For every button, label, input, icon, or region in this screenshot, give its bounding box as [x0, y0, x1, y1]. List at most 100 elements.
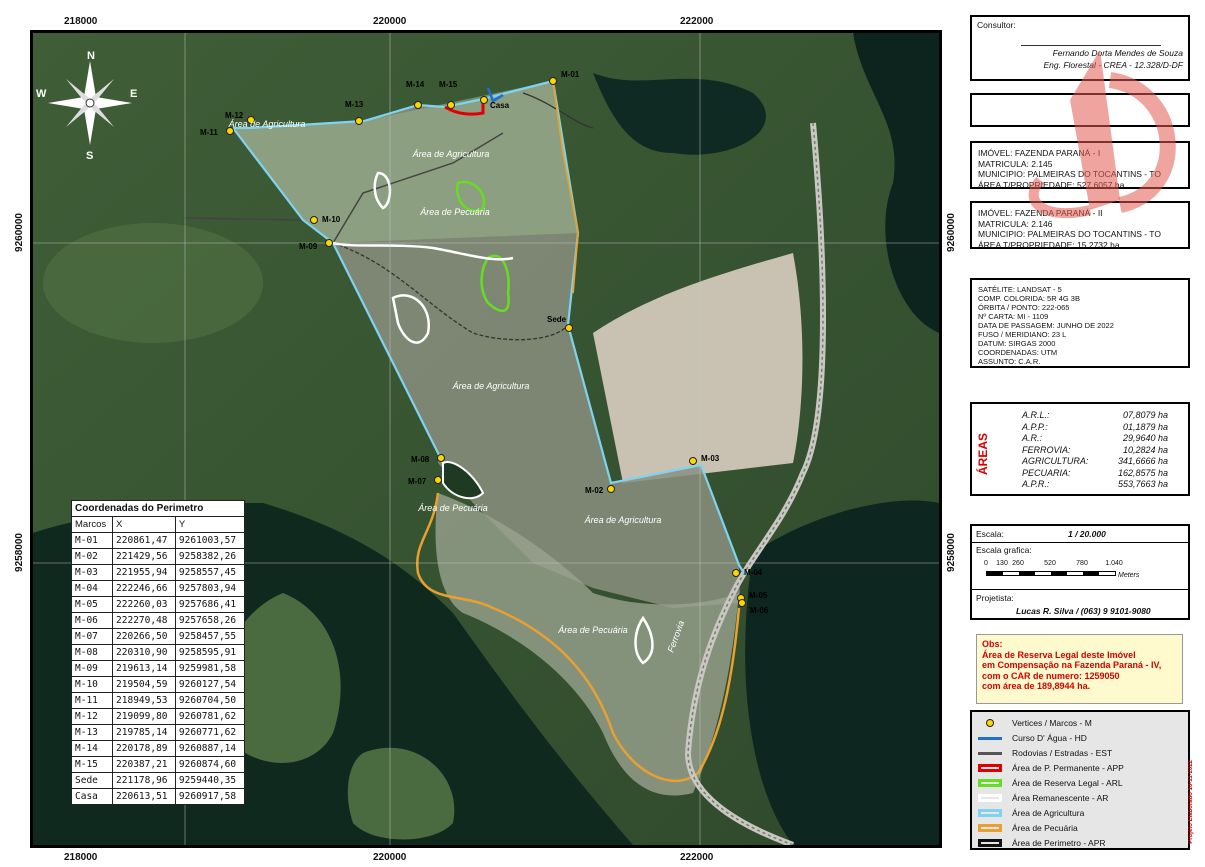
- satellite-info-line: ÓRBITA / PONTO: 222-065: [978, 303, 1070, 312]
- vertex-label: M-11: [200, 128, 218, 137]
- x-cell: 221178,96: [112, 772, 176, 789]
- y-cell: 9260771,62: [174, 724, 246, 741]
- table-row: M-07 220266,50 9258457,55: [70, 628, 246, 645]
- y-cell: 9257658,26: [174, 612, 246, 629]
- legend-label: Área de Pecuária: [1012, 823, 1078, 833]
- y-cell: 9259440,35: [174, 772, 246, 789]
- legend-item: Área de P. Permanente - APP: [978, 763, 1183, 775]
- vertex-dot: [434, 476, 442, 484]
- projetista-label: Projetista:: [976, 593, 1014, 603]
- table-row: M-01 220861,47 9261003,57: [70, 532, 246, 549]
- y-cell: 9260917,58: [174, 788, 246, 805]
- marco-cell: M-13: [70, 724, 114, 741]
- scale-row: Escala: 1 / 20.000: [972, 526, 1188, 543]
- grid-x-top: 222000: [680, 16, 714, 27]
- legend-label: Área Remanescente - AR: [1012, 793, 1109, 803]
- scale-tick-label: 780: [1076, 560, 1088, 567]
- water-body: [745, 500, 939, 845]
- satellite-panel: SATÉLITE: LANDSAT - 5 COMP. COLORIDA: 5R …: [970, 278, 1190, 368]
- x-cell: 222246,66: [112, 580, 176, 597]
- area-row: A.R.: 29,9640 ha: [1022, 433, 1168, 444]
- y-cell: 9260874,60: [174, 756, 246, 773]
- area-swatch: [978, 794, 1002, 802]
- legend-item: Área de Perimetro - APR: [978, 838, 1183, 850]
- vertex-marker[interactable]: M-10: [310, 215, 341, 224]
- vertex-label: Sede: [547, 315, 567, 324]
- x-cell: 220266,50: [112, 628, 176, 645]
- vertex-dot: [310, 216, 318, 224]
- table-row: M-06 222270,48 9257658,26: [70, 612, 246, 629]
- area-swatch: [978, 809, 1002, 817]
- legend-label: Rodovias / Estradas - EST: [1012, 748, 1113, 758]
- area-label: Área de Agricultura: [412, 149, 490, 159]
- project-stamp: Projeto Elaborado 10-11-2022: [1188, 760, 1194, 844]
- x-cell: 220613,51: [112, 788, 176, 805]
- table-row: M-10 219504,59 9260127,54: [70, 676, 246, 693]
- area-row: A.P.P.: 01,1879 ha: [1022, 422, 1168, 433]
- grid-x-top: 220000: [373, 16, 407, 27]
- satellite-info-line: ASSUNTO: C.A.R.: [978, 357, 1041, 366]
- projetista-name: Lucas R. Silva / (063) 9 9101-9080: [1016, 606, 1151, 616]
- vertex-marker[interactable]: M-04: [732, 568, 763, 577]
- legend-label: Área de Reserva Legal - ARL: [1012, 778, 1123, 788]
- x-cell: 222270,48: [112, 612, 176, 629]
- col-marcos: Marcos: [70, 516, 114, 533]
- x-cell: 220387,21: [112, 756, 176, 773]
- grid-y-right: 9258000: [946, 533, 957, 572]
- projetista-row: Projetista: Lucas R. Silva / (063) 9 910…: [972, 590, 1188, 620]
- line-swatch: [978, 737, 1002, 740]
- legend-item: Vertices / Marcos - M: [978, 718, 1183, 730]
- area-swatch: [978, 839, 1002, 847]
- vertex-label: M-03: [701, 454, 720, 463]
- satellite-info-line: COMP. COLORIDA: 5R 4G 3B: [978, 294, 1080, 303]
- vertex-label: M-10: [322, 215, 341, 224]
- y-cell: 9261003,57: [174, 532, 246, 549]
- marco-cell: Casa: [70, 788, 114, 805]
- vertex-dot: [549, 77, 557, 85]
- satellite-map[interactable]: N S E W M-01 M-02 M-03 M-04 M-05 M-06 M-07 M-08…: [30, 30, 942, 848]
- consultor-label: Consultor:: [977, 20, 1016, 30]
- table-row: M-05 222260,03 9257686,41: [70, 596, 246, 613]
- vertex-label: M-14: [406, 80, 425, 89]
- scale-unit: Meters: [1118, 572, 1140, 579]
- y-cell: 9257686,41: [174, 596, 246, 613]
- coordinates-table: Coordenadas do Perimetro Marcos X Y M-01…: [70, 500, 246, 805]
- x-cell: 220178,89: [112, 740, 176, 757]
- compass-e: E: [130, 88, 137, 100]
- y-cell: 9258382,26: [174, 548, 246, 565]
- marco-cell: M-12: [70, 708, 114, 725]
- y-cell: 9260781,62: [174, 708, 246, 725]
- legend-item: Área de Agricultura: [978, 808, 1183, 820]
- x-cell: 221955,94: [112, 564, 176, 581]
- area-label: FERROVIA:: [1022, 444, 1071, 455]
- grid-x-top: 218000: [64, 16, 98, 27]
- legend-label: Área de P. Permanente - APP: [1012, 763, 1124, 773]
- marco-cell: M-11: [70, 692, 114, 709]
- company-logo-mark: [1028, 50, 1176, 219]
- table-row: M-13 219785,14 9260771,62: [70, 724, 246, 741]
- area-label: A.R.L.:: [1022, 410, 1050, 420]
- table-row: M-08 220310,90 9258595,91: [70, 644, 246, 661]
- scale-tick-label: 0: [984, 560, 988, 567]
- area-swatch: [978, 764, 1002, 772]
- vertex-dot: [565, 324, 573, 332]
- satellite-info-line: COORDENADAS: UTM: [978, 348, 1058, 357]
- vertex-label: M-13: [345, 100, 364, 109]
- x-cell: 218949,53: [112, 692, 176, 709]
- col-y: Y: [174, 516, 246, 533]
- legend-item: Curso D' Água - HD: [978, 733, 1183, 745]
- y-cell: 9258557,45: [174, 564, 246, 581]
- y-cell: 9259981,58: [174, 660, 246, 677]
- table-row: M-15 220387,21 9260874,60: [70, 756, 246, 773]
- satellite-info-line: DATA DE PASSAGEM: JUNHO DE 2022: [978, 321, 1114, 330]
- vertex-dot: [480, 96, 488, 104]
- legend-label: Área de Perimetro - APR: [1012, 838, 1106, 848]
- vertex-dot: [355, 117, 363, 125]
- legend-item: Área de Reserva Legal - ARL: [978, 778, 1183, 790]
- x-cell: 219785,14: [112, 724, 176, 741]
- vertex-label: M-08: [411, 455, 430, 464]
- area-label: Área de Pecuária: [417, 503, 488, 513]
- graphic-scale-row: Escala grafica: 0 130 260 520 780 1.040 Meters: [972, 543, 1188, 590]
- legend-item: Rodovias / Estradas - EST: [978, 748, 1183, 760]
- vertex-label: M-06: [750, 606, 769, 615]
